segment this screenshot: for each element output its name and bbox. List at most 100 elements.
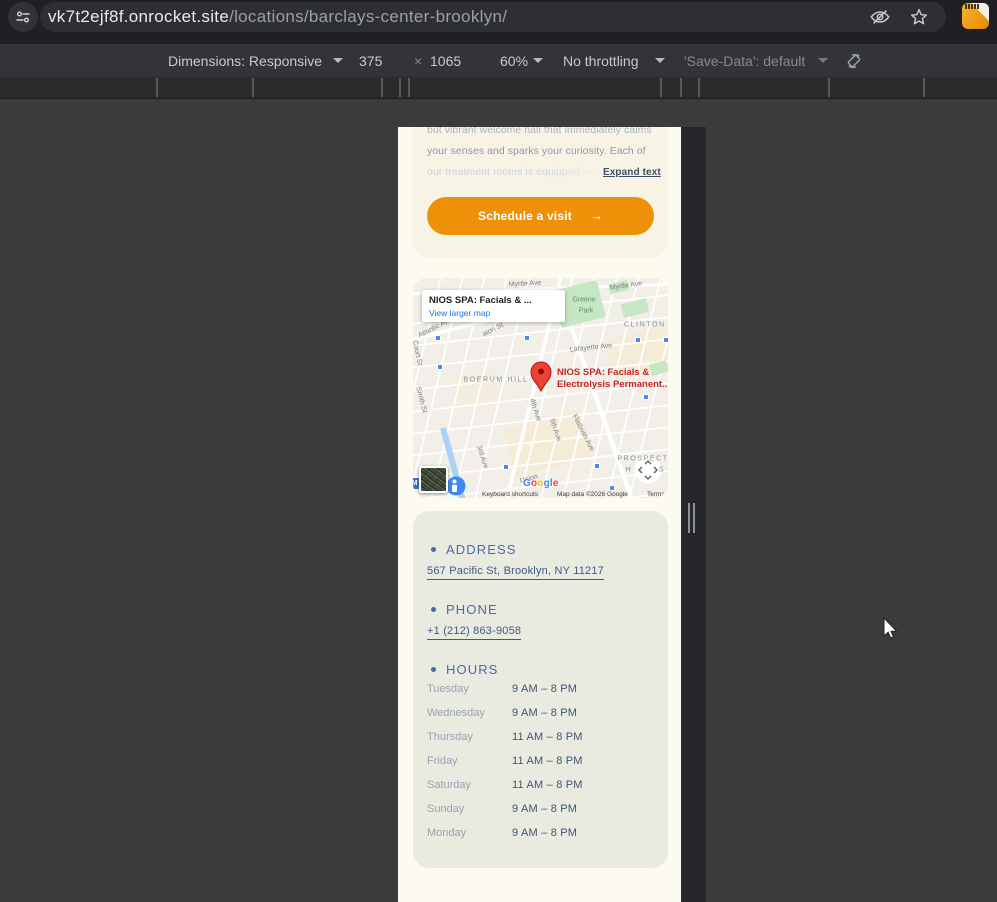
device-viewport: but vibrant welcome hall that immediatel… (398, 127, 681, 902)
transit-station-icon (435, 335, 441, 341)
hours-day: Sunday (427, 803, 465, 815)
view-larger-map-link[interactable]: View larger map (429, 308, 558, 318)
hours-row: Wednesday 9 AM – 8 PM (427, 701, 654, 725)
zoom-dropdown[interactable]: 60% (500, 44, 528, 77)
bullet-dot (431, 606, 436, 612)
zoom-dropdown-arrow[interactable] (533, 44, 543, 77)
intro-paragraph: but vibrant welcome hall that immediatel… (412, 127, 668, 183)
intro-line2: your senses and sparks your curiosity. E… (427, 146, 646, 157)
transit-station-icon (643, 394, 649, 400)
satellite-view-toggle[interactable] (419, 466, 448, 493)
hours-time: 9 AM – 8 PM (512, 707, 578, 719)
transit-station-icon (663, 337, 668, 343)
map-street-label: PROSPECT (617, 455, 668, 463)
viewport-resize-handle[interactable] (688, 503, 695, 533)
hidden-eye-icon[interactable] (869, 6, 891, 28)
mq-separator (828, 78, 830, 97)
arrow-right-icon: → (589, 208, 603, 223)
rotate-viewport-button[interactable] (843, 44, 865, 77)
save-data-dropdown[interactable]: 'Save-Data': default (684, 44, 805, 77)
throttling-dropdown[interactable]: No throttling (563, 44, 638, 77)
hours-list: Tuesday 9 AM – 8 PM Wednesday 9 AM – 8 PM Th… (427, 677, 654, 845)
hours-row: Friday 11 AM – 8 PM (427, 749, 654, 773)
map-street-label: H (625, 466, 633, 474)
hours-row: Tuesday 9 AM – 8 PM (427, 677, 654, 701)
mq-separator (923, 78, 925, 97)
hours-row: Sunday 9 AM – 8 PM (427, 797, 654, 821)
hours-day: Wednesday (427, 707, 485, 719)
map-street-label: Greene (572, 296, 596, 304)
map-street-label: CLINTON H (624, 321, 668, 329)
map-info-window: NIOS SPA: Facials & ... View larger map (422, 290, 565, 322)
mq-separator (408, 78, 410, 97)
pegman-control (446, 476, 466, 496)
throttling-dropdown-arrow[interactable] (655, 44, 665, 77)
map-marker-label: NIOS SPA: Facials & Electrolysis Permane… (557, 367, 668, 390)
height-input[interactable]: 1065 (430, 44, 461, 77)
map-data-text: Map data ©2026 Google (557, 491, 628, 498)
tune-icon (16, 11, 30, 23)
dimensions-dropdown[interactable]: Dimensions: Responsive (168, 44, 322, 77)
mq-separator (399, 78, 401, 97)
map-info-title: NIOS SPA: Facials & ... (429, 295, 532, 306)
media-query-bar[interactable] (0, 77, 997, 99)
hours-row: Thursday 11 AM – 8 PM (427, 725, 654, 749)
hours-time: 11 AM – 8 PM (512, 731, 583, 743)
google-map-embed[interactable]: Myrtle AveMyrtle AveGreeneParkCLINTON HL… (413, 278, 668, 498)
phone-heading: PHONE (427, 601, 654, 617)
hours-row: Monday 9 AM – 8 PM (427, 821, 654, 845)
rotate-icon (847, 53, 861, 68)
dimensions-times: × (414, 52, 423, 69)
bookmark-star-icon[interactable] (908, 6, 930, 28)
map-street-label: Park (578, 307, 594, 315)
transit-station-icon (524, 335, 530, 341)
dimensions-dropdown-arrow[interactable] (333, 44, 343, 77)
bullet-dot (431, 666, 436, 672)
viewport-gutter (681, 127, 706, 902)
mq-separator (698, 78, 700, 97)
address-heading: ADDRESS (427, 541, 654, 557)
extension-icon[interactable] (962, 3, 989, 29)
hours-day: Thursday (427, 731, 473, 743)
address-link[interactable]: 567 Pacific St, Brooklyn, NY 11217 (427, 564, 604, 580)
expand-text-link[interactable]: Expand text (603, 167, 661, 178)
hours-time: 9 AM – 8 PM (512, 803, 578, 815)
devtools-window: vk7t2ejf8f.onrocket.site/locations/barcl… (0, 0, 997, 902)
hours-heading: HOURS (427, 661, 654, 677)
map-street-label: S (658, 466, 666, 474)
location-details-card: ADDRESS 567 Pacific St, Brooklyn, NY 112… (413, 511, 668, 868)
url-text: vk7t2ejf8f.onrocket.site/locations/barcl… (48, 7, 508, 26)
mq-separator (381, 78, 383, 97)
schedule-visit-button[interactable]: Schedule a visit → (427, 197, 654, 235)
hours-time: 9 AM – 8 PM (512, 683, 578, 695)
hours-time: 11 AM – 8 PM (512, 779, 583, 791)
hours-row: Saturday 11 AM – 8 PM (427, 773, 654, 797)
hours-time: 11 AM – 8 PM (512, 755, 583, 767)
devtools-canvas: but vibrant welcome hall that immediatel… (0, 100, 997, 902)
browser-toolbar: vk7t2ejf8f.onrocket.site/locations/barcl… (0, 0, 997, 44)
hours-day: Tuesday (427, 683, 469, 695)
transit-station-icon (437, 364, 443, 370)
width-input[interactable]: 375 (359, 44, 382, 77)
mq-separator (252, 78, 254, 97)
transit-station-icon (594, 463, 600, 469)
google-logo[interactable]: Google (523, 478, 559, 489)
bullet-dot (431, 546, 436, 552)
terms-link[interactable]: Terms (647, 491, 665, 498)
phone-link[interactable]: +1 (212) 863-9058 (427, 624, 522, 640)
intro-line1: but vibrant welcome hall that immediatel… (427, 127, 652, 136)
intro-card: but vibrant welcome hall that immediatel… (412, 127, 668, 258)
hours-day: Friday (427, 755, 458, 767)
hours-day: Saturday (427, 779, 472, 791)
site-settings-button[interactable] (8, 2, 38, 32)
keyboard-shortcuts-link[interactable]: Keyboard shortcuts (482, 491, 538, 498)
transit-station-icon (635, 337, 641, 343)
address-bar[interactable]: vk7t2ejf8f.onrocket.site/locations/barcl… (40, 2, 946, 32)
mq-separator (156, 78, 158, 97)
transit-station-icon (503, 464, 509, 470)
mouse-cursor (883, 617, 898, 639)
save-data-dropdown-arrow[interactable] (818, 44, 828, 77)
hours-time: 9 AM – 8 PM (512, 827, 578, 839)
mq-separator (680, 78, 682, 97)
mq-separator (660, 78, 662, 97)
